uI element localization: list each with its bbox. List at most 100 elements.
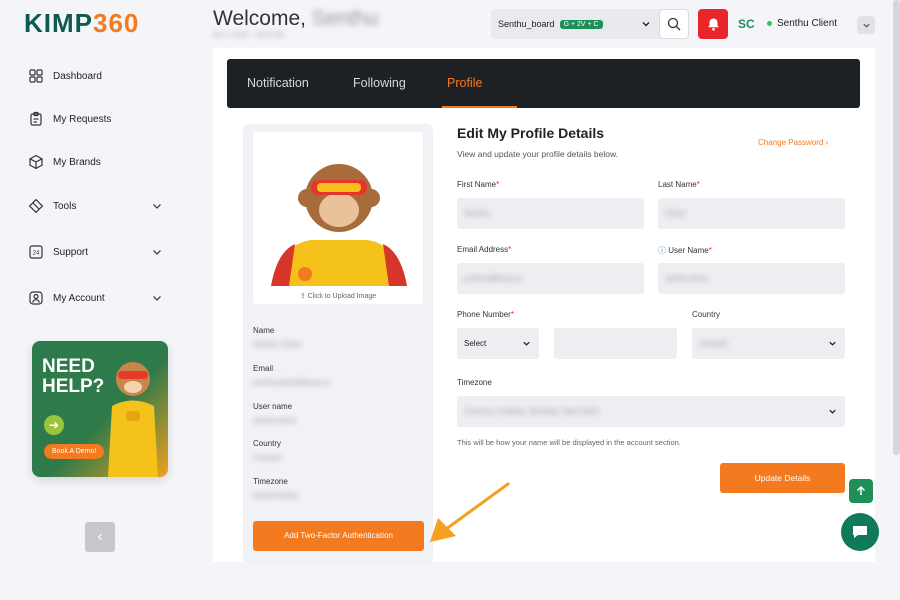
country-label: Country xyxy=(692,310,721,319)
support-24-icon: 24 xyxy=(29,245,43,259)
profile-image-upload[interactable]: ⇪ Click to Upload Image xyxy=(253,132,423,304)
annotation-arrow-icon xyxy=(430,482,510,542)
collapse-sidebar-button[interactable]: ‹ xyxy=(85,522,115,552)
user-menu-toggle[interactable] xyxy=(857,16,875,34)
board-name: Senthu_board xyxy=(498,19,555,29)
welcome-subtext: Nov 1 2025 · 10:00 AM xyxy=(213,32,285,39)
upload-image-label[interactable]: ⇪ Click to Upload Image xyxy=(253,292,423,300)
profile-summary-card: ⇪ Click to Upload Image Name Senthu Clie… xyxy=(243,124,433,564)
tab-profile[interactable]: Profile xyxy=(447,76,482,90)
board-selector[interactable]: Senthu_board G + 2V + C xyxy=(491,9,689,39)
name-value: Senthu Client xyxy=(253,340,302,349)
required-asterisk: * xyxy=(708,246,712,255)
chevron-down-icon[interactable] xyxy=(151,200,163,212)
kimp360-logo[interactable]: KIMP 360 xyxy=(24,8,139,39)
chevron-down-icon[interactable] xyxy=(151,292,163,304)
display-name-hint: This will be how your name will be displ… xyxy=(457,438,681,447)
chevron-down-icon xyxy=(829,341,836,346)
email-value: senthu@kimp.io xyxy=(464,274,522,283)
email-field[interactable]: senthu@kimp.io xyxy=(457,263,644,294)
arrow-up-icon xyxy=(856,485,866,495)
change-password-link[interactable]: Change Password › xyxy=(758,138,828,147)
chevron-down-icon xyxy=(862,23,870,28)
phone-number-label: Phone Number* xyxy=(457,310,514,319)
page-scrollbar[interactable] xyxy=(893,0,900,455)
timezone-label: Timezone xyxy=(457,378,492,387)
phone-number-input[interactable] xyxy=(554,328,677,359)
country-label: Country xyxy=(253,439,282,448)
username-label: User name xyxy=(253,402,293,411)
last-name-field[interactable]: Client xyxy=(658,198,845,229)
tabs-bar: Notification Following Profile xyxy=(227,59,860,108)
logo-text-360: 360 xyxy=(93,8,140,38)
last-name-value: Client xyxy=(665,209,686,218)
required-asterisk: * xyxy=(496,180,500,189)
search-icon xyxy=(667,17,681,31)
email-address-label: Email Address* xyxy=(457,245,511,254)
sidebar-item-my-requests[interactable]: My Requests xyxy=(28,111,178,127)
user-name-field[interactable]: senthuclient xyxy=(658,263,845,294)
timezone-select[interactable]: Chennai, Kolkata, Mumbai, New Delhi xyxy=(457,396,845,427)
tools-icon xyxy=(28,198,44,214)
chat-icon xyxy=(853,526,867,538)
mascot-illustration xyxy=(108,362,158,477)
sidebar-item-my-account[interactable]: My Account xyxy=(28,290,178,306)
clipboard-icon xyxy=(30,111,42,126)
update-details-button[interactable]: Update Details xyxy=(720,463,845,493)
sidebar-item-label: My Account xyxy=(53,292,105,304)
notifications-button[interactable] xyxy=(698,9,728,39)
profile-mascot-image xyxy=(271,164,407,286)
change-password-text: Change Password xyxy=(758,138,824,147)
sidebar-item-dashboard[interactable]: Dashboard xyxy=(28,68,178,84)
info-icon[interactable]: ⓘ xyxy=(658,246,668,255)
logo-text-kimp: KIMP xyxy=(24,8,93,38)
add-two-factor-button[interactable]: Add Two-Factor Authentication xyxy=(253,521,424,551)
sidebar-item-support[interactable]: 24 Support xyxy=(28,244,178,260)
board-plan-badge: G + 2V + C xyxy=(559,19,603,29)
sidebar-item-label: My Requests xyxy=(53,113,112,125)
sidebar: KIMP 360 Dashboard My Requests My Brands… xyxy=(0,0,200,600)
phone-code-value: Select xyxy=(464,339,487,348)
tab-notification[interactable]: Notification xyxy=(247,76,309,90)
chat-support-button[interactable] xyxy=(841,513,879,551)
sidebar-item-my-brands[interactable]: My Brands xyxy=(28,154,178,170)
chevron-right-icon: › xyxy=(825,138,829,147)
book-demo-button[interactable]: Book A Demo! xyxy=(44,444,105,459)
user-avatar[interactable]: SC xyxy=(738,17,755,31)
search-button[interactable] xyxy=(659,9,689,39)
username-value: senthuclient xyxy=(253,416,296,425)
first-name-field[interactable]: Senthu xyxy=(457,198,644,229)
country-select[interactable]: Canada xyxy=(692,328,845,359)
sidebar-item-tools[interactable]: Tools xyxy=(28,198,178,214)
user-name-value: senthuclient xyxy=(665,274,708,283)
chevron-down-icon[interactable] xyxy=(151,246,163,258)
first-name-label: First Name* xyxy=(457,180,499,189)
email-label: Email xyxy=(253,364,274,373)
name-label: Name xyxy=(253,326,275,335)
first-name-label-text: First Name xyxy=(457,180,497,189)
phone-number-label-text: Phone Number xyxy=(457,310,511,319)
chevron-left-icon: ‹ xyxy=(97,528,103,545)
upload-icon: ⇪ xyxy=(299,293,308,300)
need-help-line2: HELP? xyxy=(42,376,105,397)
phone-code-select[interactable]: Select xyxy=(457,328,539,359)
upload-image-text: Click to Upload Image xyxy=(307,293,377,300)
timezone-value: Asia/Kolkata xyxy=(253,491,298,500)
sidebar-item-label: Support xyxy=(53,246,89,258)
sidebar-item-label: My Brands xyxy=(53,156,101,168)
form-title: Edit My Profile Details xyxy=(457,125,605,141)
user-name-label[interactable]: Senthu Client xyxy=(777,18,837,29)
email-address-label-text: Email Address xyxy=(457,245,509,254)
welcome-heading: Welcome, Senthu xyxy=(213,7,378,31)
svg-text:24: 24 xyxy=(33,251,40,257)
tab-following[interactable]: Following xyxy=(353,76,406,90)
arrow-right-icon[interactable]: ➔ xyxy=(44,415,64,435)
user-name-label-text: User Name xyxy=(668,246,709,255)
need-help-card[interactable]: NEED HELP? ➔ Book A Demo! xyxy=(32,341,168,477)
active-tab-indicator xyxy=(442,106,517,108)
first-name-value: Senthu xyxy=(464,209,490,218)
bell-icon xyxy=(707,18,719,31)
dashboard-icon xyxy=(29,69,43,83)
sidebar-item-label: Tools xyxy=(53,200,77,212)
scroll-to-top-button[interactable] xyxy=(849,479,873,503)
